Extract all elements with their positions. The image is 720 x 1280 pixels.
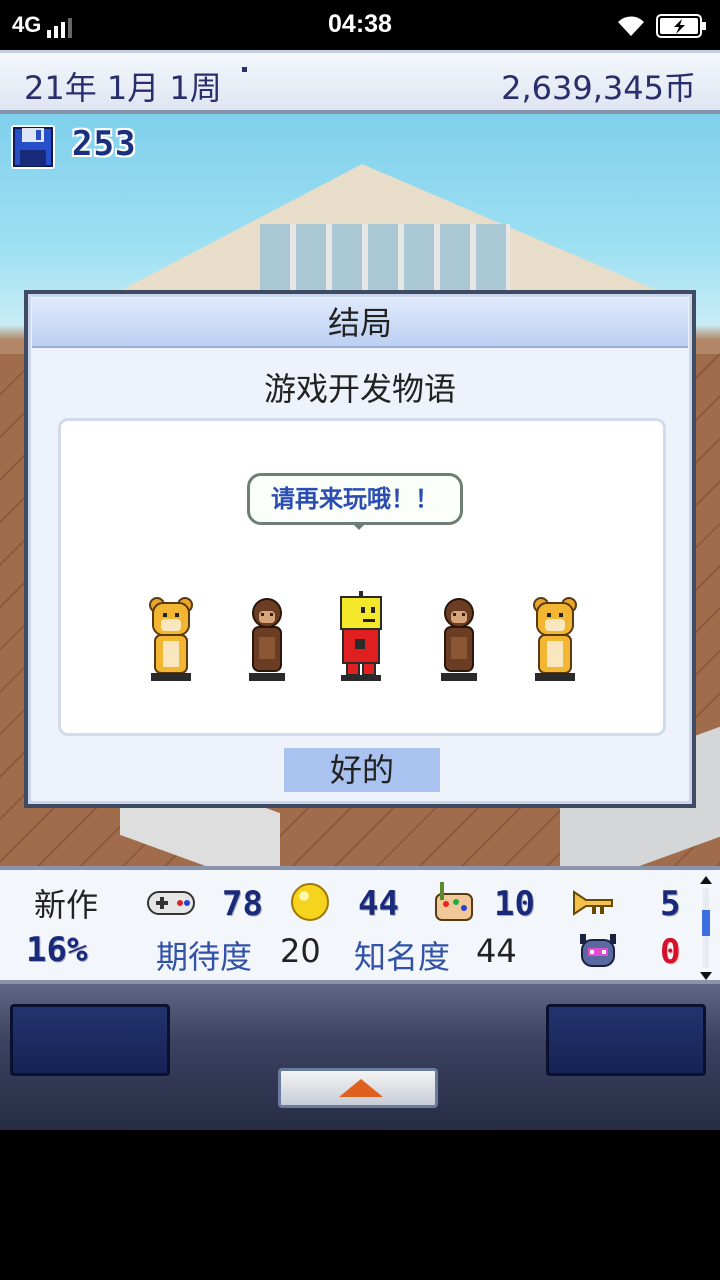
bear-mascot-icon [533,597,577,681]
new-title-label: 新作 [34,886,99,924]
bugs-value: 0 [660,932,681,972]
bug-monster-icon [580,934,616,967]
speech-bubble-tail [351,522,367,530]
game-title: 游戏开发物语 [263,370,456,408]
trumpet-icon [573,890,613,916]
game-top-bar: 21年 1月 1周 2,639,345币 [0,50,720,114]
ok-button[interactable]: 好的 [284,748,440,792]
fame-label: 知名度 [354,938,451,976]
characters-panel: 请再来玩哦！！ [58,418,666,736]
floppy-disk-icon[interactable] [10,124,56,170]
arrow-up-icon [339,1079,383,1097]
wifi-icon [618,16,644,36]
development-progress: 16% [26,930,88,970]
money-display: 2,639,345币 [501,69,696,107]
fun-value: 78 [222,884,263,924]
gamepad-icon [147,891,195,915]
yellow-robot-icon [340,591,382,681]
creativity-value: 44 [358,884,399,924]
right-menu-button[interactable] [546,1004,706,1076]
graphics-value: 10 [494,884,535,924]
monkey-icon [441,598,477,681]
battery-icon [656,14,706,38]
speech-bubble: 请再来玩哦！！ [247,473,463,525]
control-panel [0,984,720,1130]
expectation-label: 期待度 [156,938,253,976]
left-menu-button[interactable] [10,1004,170,1076]
week-progress-dot [242,67,247,72]
status-bar: 4G 04:38 [0,0,720,50]
expand-menu-button[interactable] [278,1068,438,1108]
sound-value: 5 [660,884,681,924]
development-stats-bar[interactable]: 新作 16% 78 44 10 5 期待度 20 知名度 44 0 [0,866,720,984]
bear-mascot-icon [149,597,193,681]
clock: 04:38 [328,10,392,38]
paint-palette-icon [435,882,473,921]
dialog-title: 结局 [32,298,688,348]
game-date: 21年 1月 1周 [24,69,222,107]
idea-bulb-icon [291,883,329,921]
stats-scrollbar[interactable] [698,876,714,980]
expectation-value: 20 [280,932,321,970]
monkey-icon [249,598,285,681]
fame-value: 44 [476,932,517,970]
ending-dialog: 结局 游戏开发物语 请再来玩哦！！ 好的 [24,290,696,808]
save-count: 253 [72,124,137,164]
